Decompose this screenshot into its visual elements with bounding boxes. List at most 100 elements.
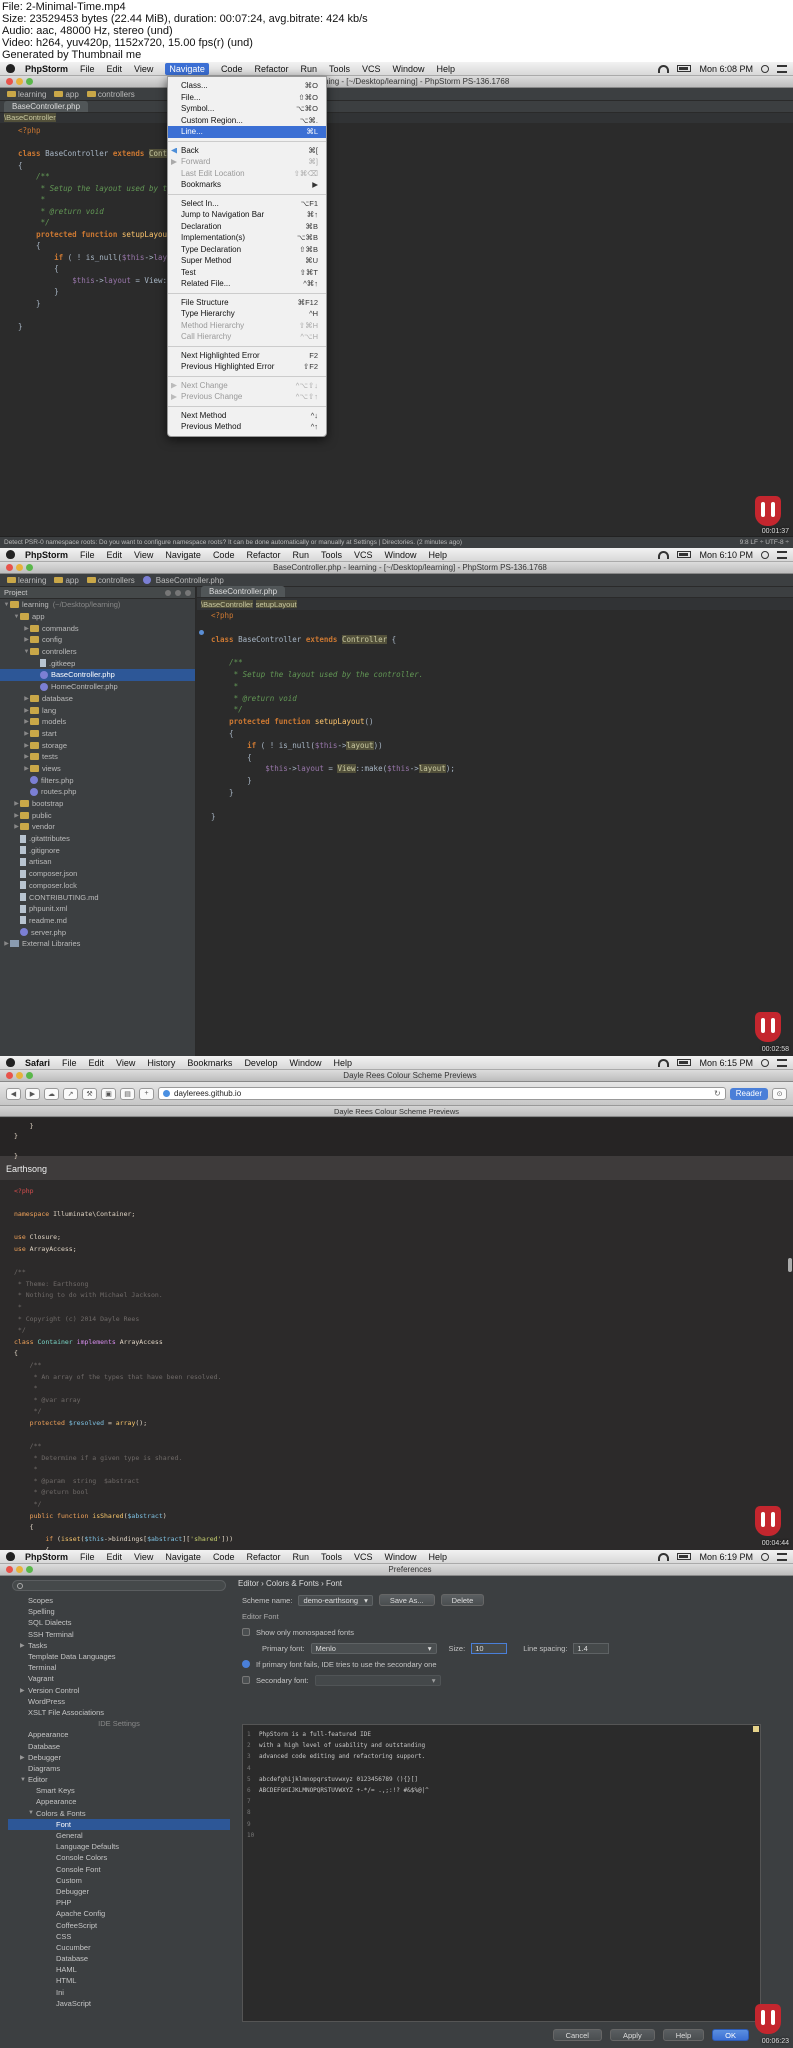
settings-item-font[interactable]: Font: [8, 1818, 230, 1830]
tree-item-readme-md[interactable]: readme.md: [0, 915, 195, 927]
menu-item-file[interactable]: File... ⇧⌘O: [168, 92, 326, 104]
collapsed-arrow-icon[interactable]: ▶: [13, 812, 20, 819]
breadcrumb-learning[interactable]: learning: [4, 576, 49, 585]
zoom-icon[interactable]: [26, 78, 33, 85]
settings-item-html[interactable]: HTML: [8, 1975, 230, 1986]
menu-edit[interactable]: Edit: [107, 64, 123, 74]
menu-help[interactable]: Help: [437, 64, 456, 74]
settings-item-template-data-languages[interactable]: Template Data Languages: [8, 1651, 230, 1662]
menu-vcs[interactable]: VCS: [354, 550, 373, 560]
expanded-arrow-icon[interactable]: ▼: [3, 602, 10, 608]
breadcrumb-file[interactable]: BaseController.php: [140, 576, 227, 585]
size-input[interactable]: 10: [471, 1642, 508, 1654]
settings-item-colors-fonts[interactable]: ▼ Colors & Fonts: [8, 1808, 230, 1819]
collapsed-arrow-icon[interactable]: ▶: [23, 742, 30, 749]
menu-item-test[interactable]: Test ⇧⌘T: [168, 267, 326, 279]
menu-item-select-in[interactable]: Select In... ⌥F1: [168, 198, 326, 210]
window-controls[interactable]: [6, 564, 33, 571]
menu-item-custom-region[interactable]: Custom Region... ⌥⌘.: [168, 115, 326, 127]
expanded-arrow-icon[interactable]: ▼: [28, 1810, 36, 1816]
menu-bookmarks[interactable]: Bookmarks: [187, 1058, 232, 1068]
menu-navigate[interactable]: Navigate: [165, 550, 201, 560]
override-icon[interactable]: [199, 630, 204, 635]
menu-file[interactable]: File: [80, 1552, 95, 1562]
menu-item-previous-highlighted-error[interactable]: Previous Highlighted Error ⇧F2: [168, 361, 326, 373]
menu-tools[interactable]: Tools: [321, 1552, 342, 1562]
menu-item-jump-to-navigation-bar[interactable]: Jump to Navigation Bar ⌘↑: [168, 209, 326, 221]
tree-item-vendor[interactable]: ▶ vendor: [0, 821, 195, 833]
code-editor[interactable]: <?php class BaseController extends Contr…: [0, 123, 793, 334]
settings-search-input[interactable]: [12, 1580, 226, 1591]
primary-font-select[interactable]: Menlo ▾: [310, 1642, 437, 1654]
minimize-icon[interactable]: [16, 1072, 23, 1079]
collapsed-arrow-icon[interactable]: ▶: [23, 730, 30, 737]
settings-item-appearance[interactable]: Appearance: [8, 1729, 230, 1740]
tree-item-public[interactable]: ▶ public: [0, 809, 195, 821]
back-button[interactable]: ◀: [6, 1087, 21, 1100]
settings-item-terminal[interactable]: Terminal: [8, 1662, 230, 1673]
menu-help[interactable]: Help: [333, 1058, 352, 1068]
collapsed-arrow-icon[interactable]: ▶: [20, 1642, 28, 1649]
bookmarks-icon[interactable]: ▤: [120, 1087, 135, 1100]
menu-item-previous-method[interactable]: Previous Method ^↑: [168, 421, 326, 433]
settings-item-database[interactable]: Database: [8, 1740, 230, 1751]
menu-app-phpstorm[interactable]: PhpStorm: [25, 550, 68, 560]
menu-refactor[interactable]: Refactor: [246, 550, 280, 560]
menu-item-file-structure[interactable]: File Structure ⌘F12: [168, 297, 326, 309]
status-position[interactable]: 9:8 LF ÷ UTF-8 ÷: [740, 539, 789, 546]
tree-item-homecontroller-php[interactable]: HomeController.php: [0, 681, 195, 693]
cancel-button[interactable]: Cancel: [552, 2029, 602, 2041]
secondary-font-select[interactable]: ▾: [314, 1674, 441, 1686]
close-icon[interactable]: [6, 78, 13, 85]
minimize-icon[interactable]: [16, 1566, 23, 1573]
breadcrumb-app[interactable]: app: [51, 576, 81, 585]
wifi-icon[interactable]: [658, 64, 670, 73]
menu-item-related-file[interactable]: Related File... ^⌘↑: [168, 278, 326, 290]
menu-window[interactable]: Window: [385, 550, 417, 560]
reload-icon[interactable]: ↻: [714, 1089, 721, 1098]
battery-icon[interactable]: [677, 65, 692, 72]
battery-icon[interactable]: [677, 1553, 692, 1560]
settings-item-debugger[interactable]: Debugger: [8, 1886, 230, 1897]
notifications-icon[interactable]: [777, 1552, 787, 1561]
spotlight-icon[interactable]: [761, 550, 769, 559]
close-icon[interactable]: [6, 1566, 13, 1573]
menubar-clock[interactable]: Mon 6:10 PM: [699, 550, 753, 560]
apply-button[interactable]: Apply: [609, 2029, 655, 2041]
menu-item-forward[interactable]: Forward ⌘]: [168, 156, 326, 168]
safari-tab[interactable]: Dayle Rees Colour Scheme Previews: [0, 1106, 793, 1117]
menu-app-phpstorm[interactable]: PhpStorm: [25, 64, 68, 74]
zoom-icon[interactable]: [26, 1072, 33, 1079]
notifications-icon[interactable]: [777, 64, 787, 73]
menu-item-symbol[interactable]: Symbol... ⌥⌘O: [168, 103, 326, 115]
menu-help[interactable]: Help: [429, 1552, 448, 1562]
status-message[interactable]: Detect PSR-0 namespace roots: Do you wan…: [4, 539, 730, 546]
menu-code[interactable]: Code: [213, 1552, 235, 1562]
settings-item-console-colors[interactable]: Console Colors: [8, 1852, 230, 1863]
apple-icon[interactable]: [6, 550, 15, 559]
apple-icon[interactable]: [6, 1552, 15, 1561]
mono-only-checkbox[interactable]: [242, 1628, 250, 1636]
tree-item-config[interactable]: ▶ config: [0, 634, 195, 646]
save-as-button[interactable]: Save As...: [378, 1594, 435, 1606]
settings-item-ssh-terminal[interactable]: SSH Terminal: [8, 1629, 230, 1640]
tree-item-composer-json[interactable]: composer.json: [0, 868, 195, 880]
apple-icon[interactable]: [6, 1058, 15, 1067]
menu-vcs[interactable]: VCS: [362, 64, 381, 74]
menu-item-next-change[interactable]: Next Change ^⌥⇧↓: [168, 380, 326, 392]
tree-item-gitkeep[interactable]: .gitkeep: [0, 657, 195, 669]
menu-tools[interactable]: Tools: [329, 64, 350, 74]
menu-window[interactable]: Window: [393, 64, 425, 74]
gear-icon[interactable]: [175, 589, 181, 596]
wifi-icon[interactable]: [658, 550, 670, 559]
breadcrumb-learning[interactable]: learning: [4, 90, 49, 99]
spotlight-icon[interactable]: [761, 1552, 769, 1561]
collapsed-arrow-icon[interactable]: ▶: [13, 823, 20, 830]
expanded-arrow-icon[interactable]: ▼: [20, 1777, 28, 1783]
menu-run[interactable]: Run: [300, 64, 317, 74]
tree-item-routes-php[interactable]: routes.php: [0, 786, 195, 798]
font-preview[interactable]: 1 PhpStorm is a full-featured IDE 2 with a…: [242, 1724, 761, 2022]
menu-history[interactable]: History: [147, 1058, 175, 1068]
menu-item-class[interactable]: Class... ⌘O: [168, 80, 326, 92]
menu-run[interactable]: Run: [292, 550, 309, 560]
